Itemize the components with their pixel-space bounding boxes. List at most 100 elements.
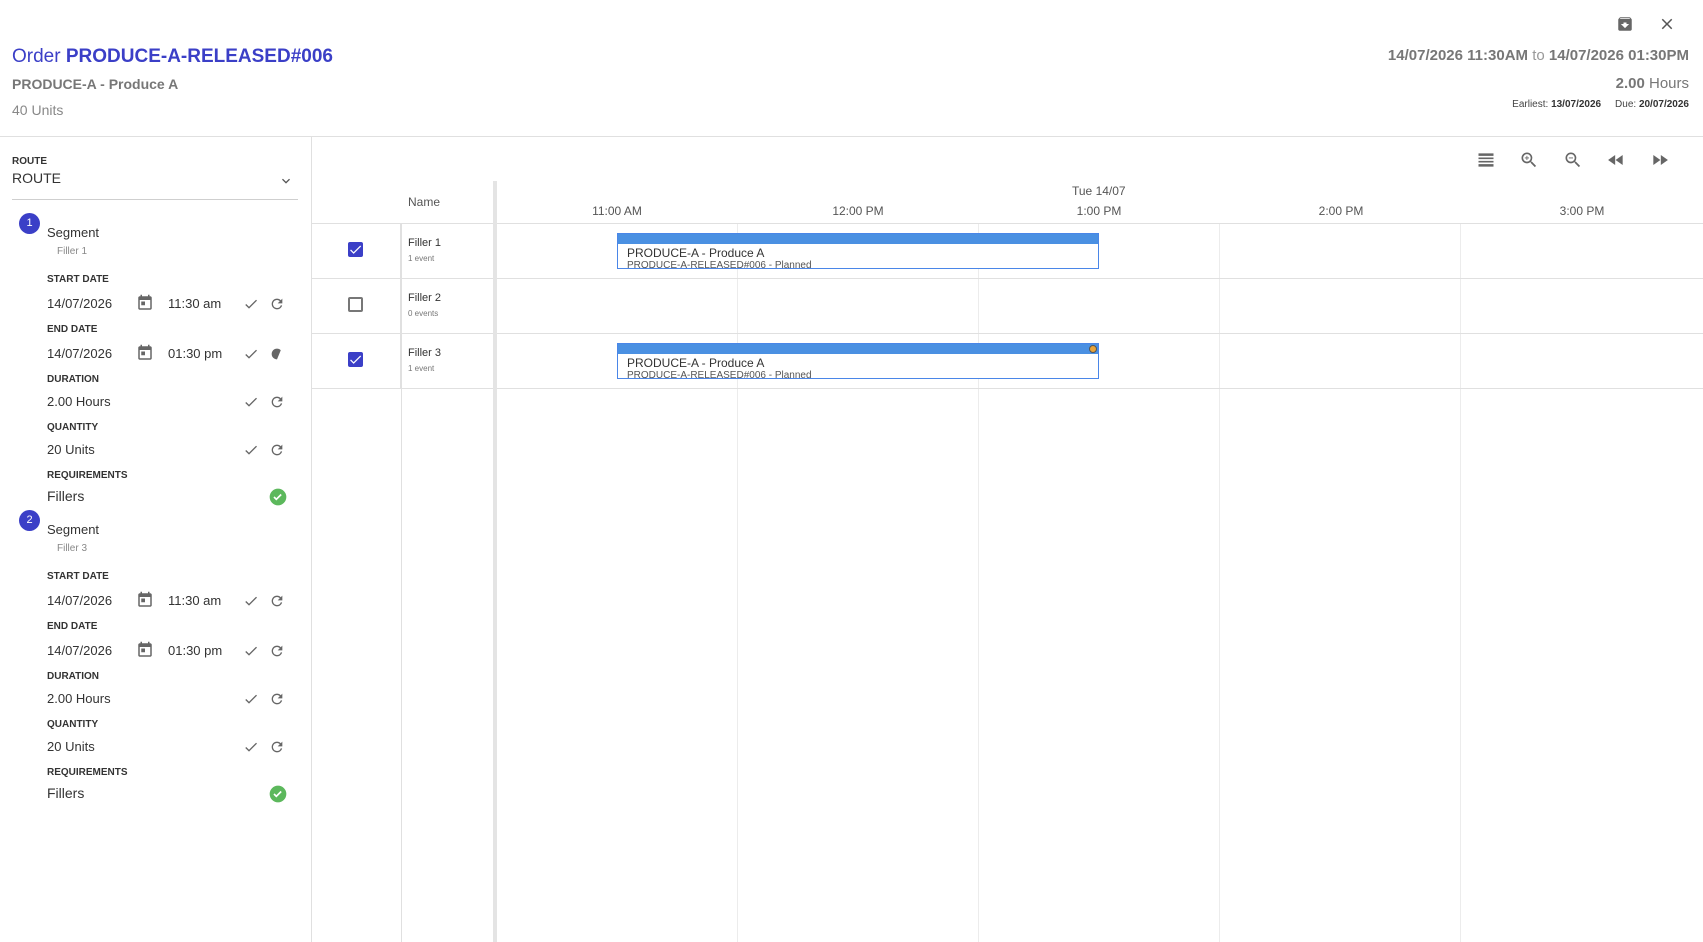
resource-row: Filler 2 0 events (312, 279, 1703, 334)
resource-rows: Filler 1 1 event Filler 2 0 events Fille… (312, 224, 1703, 942)
rewind-icon[interactable] (1604, 148, 1628, 172)
segment-sidebar: ROUTE ROUTE 1 Segment Filler 1 START DAT… (0, 137, 312, 942)
requirements-value: Fillers (47, 488, 85, 504)
route-select[interactable]: ROUTE (12, 170, 294, 192)
segment-title: Segment (47, 225, 100, 240)
event-bar-header (618, 344, 1098, 354)
row-checkbox[interactable] (348, 352, 363, 367)
close-icon[interactable] (1655, 12, 1679, 36)
earliest-value: 13/07/2026 (1551, 99, 1602, 110)
reset-icon[interactable] (267, 737, 287, 757)
end-time-field[interactable]: 01:30 pm (168, 346, 222, 361)
reset-icon[interactable] (267, 392, 287, 412)
name-column-header: Name (408, 195, 441, 209)
start-date-field[interactable]: 14/07/2026 (47, 296, 112, 311)
end-time-field[interactable]: 01:30 pm (168, 643, 222, 658)
quantity-field[interactable]: 20 Units (47, 442, 95, 457)
reset-icon[interactable] (267, 641, 287, 661)
requirements-label: REQUIREMENTS (47, 470, 128, 481)
range-start: 14/07/2026 11:30AM (1387, 47, 1529, 64)
event-subtitle: PRODUCE-A-RELEASED#006 - Planned (627, 260, 812, 269)
resource-name: Filler 3 (408, 347, 442, 359)
earliest-label: Earliest: (1512, 99, 1549, 110)
route-divider (12, 199, 298, 200)
resource-event-count: 0 events (408, 309, 439, 318)
check-icon[interactable] (241, 591, 261, 611)
order-header: Order PRODUCE-A-RELEASED#006 PRODUCE-A -… (0, 0, 1703, 137)
end-date-field[interactable]: 14/07/2026 (47, 643, 112, 658)
resource-name: Filler 2 (408, 292, 442, 304)
duration-field[interactable]: 2.00 Hours (47, 394, 111, 409)
order-id: PRODUCE-A-RELEASED#006 (65, 46, 333, 67)
check-icon[interactable] (241, 344, 261, 364)
time-label: 11:00 AM (592, 204, 642, 218)
quantity-label: QUANTITY (47, 719, 99, 730)
calendar-icon[interactable] (135, 343, 155, 363)
time-label: 3:00 PM (1559, 204, 1605, 218)
hours-value: 2.00 (1615, 75, 1645, 92)
row-checkbox[interactable] (348, 242, 363, 257)
duration-label: DURATION (47, 374, 100, 385)
row-check-cell (312, 279, 401, 333)
check-icon[interactable] (241, 294, 261, 314)
check-icon[interactable] (241, 737, 261, 757)
zoom-out-icon[interactable] (1561, 148, 1585, 172)
start-time-field[interactable]: 11:30 am (168, 593, 221, 608)
order-prefix: Order (12, 46, 61, 67)
zoom-in-icon[interactable] (1517, 148, 1541, 172)
event-title: PRODUCE-A - Produce A (627, 356, 765, 370)
reset-icon[interactable] (267, 689, 287, 709)
archive-icon[interactable] (1613, 12, 1637, 36)
start-date-label: START DATE (47, 274, 109, 285)
event-bar[interactable]: PRODUCE-A - Produce A PRODUCE-A-RELEASED… (617, 233, 1099, 269)
segment-number-badge: 1 (19, 213, 40, 234)
fast-forward-icon[interactable] (1648, 148, 1672, 172)
event-bar[interactable]: PRODUCE-A - Produce A PRODUCE-A-RELEASED… (617, 343, 1099, 379)
event-title: PRODUCE-A - Produce A (627, 246, 765, 260)
calendar-icon[interactable] (135, 640, 155, 660)
start-time-field[interactable]: 11:30 am (168, 296, 221, 311)
segment-resource: Filler 1 (57, 246, 88, 257)
reset-icon[interactable] (267, 591, 287, 611)
end-date-label: END DATE (47, 621, 98, 632)
order-product: PRODUCE-A - Produce A (12, 76, 179, 92)
quantity-field[interactable]: 20 Units (47, 739, 95, 754)
hours-unit: Hours (1648, 75, 1689, 92)
due-value: 20/07/2026 (1638, 99, 1689, 110)
list-icon[interactable] (1474, 148, 1498, 172)
check-icon[interactable] (241, 392, 261, 412)
range-end: 14/07/2026 01:30PM (1548, 47, 1689, 64)
time-label: 1:00 PM (1076, 204, 1122, 218)
segment-number-badge: 2 (19, 510, 40, 531)
chevron-down-icon (278, 173, 294, 192)
panel-splitter[interactable] (493, 181, 497, 942)
duration-field[interactable]: 2.00 Hours (47, 691, 111, 706)
start-date-field[interactable]: 14/07/2026 (47, 593, 112, 608)
gantt-header: Name Tue 14/07 11:00 AM 12:00 PM 1:00 PM… (312, 181, 1703, 224)
time-label: 12:00 PM (832, 204, 884, 218)
range-to: to (1532, 47, 1545, 64)
calendar-icon[interactable] (135, 293, 155, 313)
resource-event-count: 1 event (408, 364, 435, 373)
reset-icon[interactable] (267, 294, 287, 314)
row-checkbox[interactable] (348, 297, 363, 312)
end-date-field[interactable]: 14/07/2026 (47, 346, 112, 361)
order-title: Order PRODUCE-A-RELEASED#006 (12, 46, 333, 68)
reset-icon[interactable] (267, 344, 287, 364)
reset-icon[interactable] (267, 440, 287, 460)
names-column-divider (401, 224, 402, 942)
requirements-value: Fillers (47, 785, 85, 801)
check-icon[interactable] (241, 689, 261, 709)
resource-name: Filler 1 (408, 237, 442, 249)
check-icon[interactable] (241, 440, 261, 460)
check-icon[interactable] (241, 641, 261, 661)
route-label: ROUTE (12, 156, 47, 167)
row-check-cell (312, 224, 401, 278)
order-date-range: 14/07/2026 11:30AM to 14/07/2026 01:30PM (1388, 47, 1689, 64)
route-value: ROUTE (12, 170, 61, 186)
event-subtitle: PRODUCE-A-RELEASED#006 - Planned (627, 370, 812, 379)
date-header: Tue 14/07 (1072, 184, 1126, 198)
gantt-panel: Name Tue 14/07 11:00 AM 12:00 PM 1:00 PM… (312, 137, 1703, 942)
calendar-icon[interactable] (135, 590, 155, 610)
segment-title: Segment (47, 522, 100, 537)
